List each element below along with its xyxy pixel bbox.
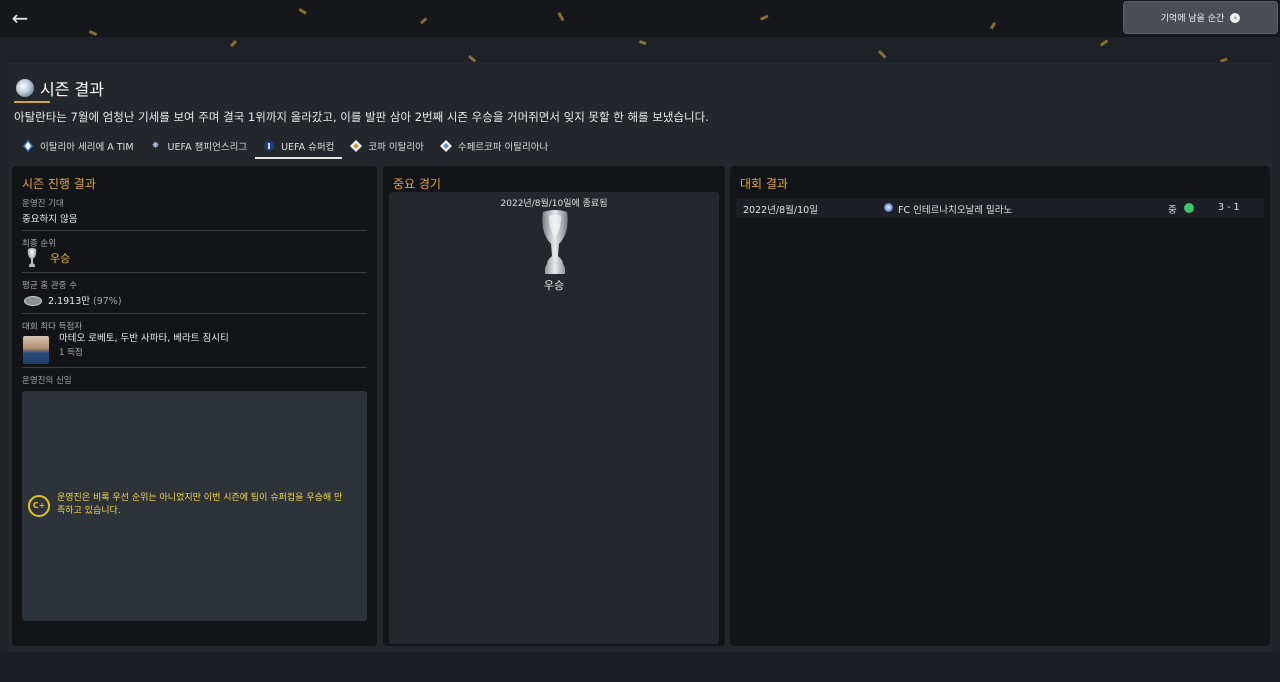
- arrow-right-circle-icon: ›: [1230, 12, 1241, 23]
- avatar[interactable]: [23, 336, 49, 364]
- stadium-icon: [24, 296, 42, 306]
- key-match-result: 우승: [543, 279, 565, 292]
- club-logo-icon: [16, 79, 34, 97]
- season-progress-title: 시즌 진행 결과: [22, 177, 96, 191]
- divider: [22, 313, 367, 314]
- table-row[interactable]: 2022년/8월/10일 FC 인테르나치오날레 밀라노 중 3 - 1: [736, 198, 1264, 218]
- supercoppa-icon: [439, 140, 452, 152]
- coppa-italia-icon: [350, 140, 363, 152]
- page-title-text: 시즌 결과: [40, 80, 104, 99]
- club-badge-icon: [884, 203, 893, 212]
- key-match-panel[interactable]: 2022년/8월/10일에 종료됨 우승: [389, 192, 719, 644]
- avg-attendance-label: 평균 홈 관중 수: [22, 281, 78, 291]
- tab-serie-a[interactable]: 이탈리아 세리에 A TIM: [14, 135, 142, 157]
- key-match-card: 중요 경기 2022년/8월/10일에 종료됨 우승: [383, 166, 725, 646]
- tab-champions-league[interactable]: ✸ UEFA 챔피언스리그: [142, 135, 256, 157]
- avg-attendance-pct: (97%): [93, 296, 122, 307]
- board-expectation-value: 중요하지 않음: [22, 214, 78, 225]
- season-progress-card: 시즌 진행 결과 운영진 기대 중요하지 않음 최종 순위 우승 평균 홈 관중…: [12, 166, 377, 646]
- board-confidence-text: 운영진은 비록 우선 순위는 아니었지만 이번 시즌에 팀이 슈퍼컵을 우승해 …: [57, 493, 343, 516]
- avg-attendance-value: 2.1913만: [48, 296, 90, 307]
- key-match-date: 2022년/8월/10일에 종료됨: [500, 199, 608, 209]
- tab-super-cup[interactable]: UEFA 슈퍼컵: [255, 135, 343, 159]
- tab-coppa-italia[interactable]: 코파 이탈리아: [342, 135, 431, 157]
- continue-button[interactable]: 기억에 남을 순간 ›: [1123, 1, 1278, 34]
- super-cup-icon: [263, 140, 275, 152]
- tab-label: UEFA 슈퍼컵: [281, 142, 335, 153]
- top-scorer-names[interactable]: 마테오 로베토, 두반 사파타, 베라트 짐시티: [59, 330, 229, 344]
- trophy-icon: [27, 248, 37, 267]
- competition-results-card: 대회 결과 2022년/8월/10일 FC 인테르나치오날레 밀라노 중 3 -…: [730, 166, 1270, 646]
- serie-a-icon: [22, 140, 34, 152]
- super-cup-trophy-icon: [542, 210, 568, 274]
- avg-attendance: 2.1913만 (97%): [48, 293, 122, 307]
- board-confidence-label: 운영진의 신임: [22, 376, 72, 386]
- key-match-title: 중요 경기: [393, 177, 441, 191]
- tab-supercoppa[interactable]: 수페르코파 이탈리아나: [432, 135, 556, 157]
- title-underline: [14, 101, 50, 103]
- win-indicator-icon: [1184, 203, 1194, 213]
- back-arrow-icon: ←: [11, 6, 29, 30]
- top-scorer-goals: 1 득점: [59, 348, 83, 358]
- board-confidence-box: C+ 운영진은 비록 우선 순위는 아니었지만 이번 시즌에 팀이 슈퍼컵을 우…: [22, 391, 367, 621]
- tab-label: UEFA 챔피언스리그: [167, 142, 248, 153]
- tab-label: 코파 이탈리아: [368, 142, 424, 153]
- opponent-name[interactable]: FC 인테르나치오날레 밀라노: [898, 202, 1012, 216]
- back-button[interactable]: ←: [8, 6, 32, 30]
- tab-label: 수페르코파 이탈리아나: [457, 142, 549, 153]
- board-expectation-label: 운영진 기대: [22, 199, 64, 209]
- score: 3 - 1: [1218, 202, 1240, 213]
- bottom-strip: [0, 652, 1280, 682]
- champions-league-icon: ✸: [151, 141, 160, 151]
- divider: [22, 230, 367, 231]
- final-position-value: 우승: [50, 252, 71, 265]
- top-bar: [0, 0, 1280, 37]
- season-summary: 아탈란타는 7월에 엄청난 기세를 보여 주며 결국 1위까지 올라갔고, 이를…: [14, 110, 709, 124]
- divider: [22, 367, 367, 368]
- continue-label: 기억에 남을 순간: [1160, 14, 1225, 24]
- page-title: 시즌 결과: [16, 76, 104, 100]
- competition-results-title: 대회 결과: [740, 177, 788, 191]
- competition-tabs: 이탈리아 세리에 A TIM ✸ UEFA 챔피언스리그 UEFA 슈퍼컵 코파…: [14, 134, 556, 159]
- grade-icon: C+: [28, 495, 50, 517]
- venue: 중: [1168, 205, 1177, 216]
- tab-label: 이탈리아 세리에 A TIM: [40, 142, 134, 153]
- match-date: 2022년/8월/10일: [743, 205, 818, 216]
- divider: [22, 272, 367, 273]
